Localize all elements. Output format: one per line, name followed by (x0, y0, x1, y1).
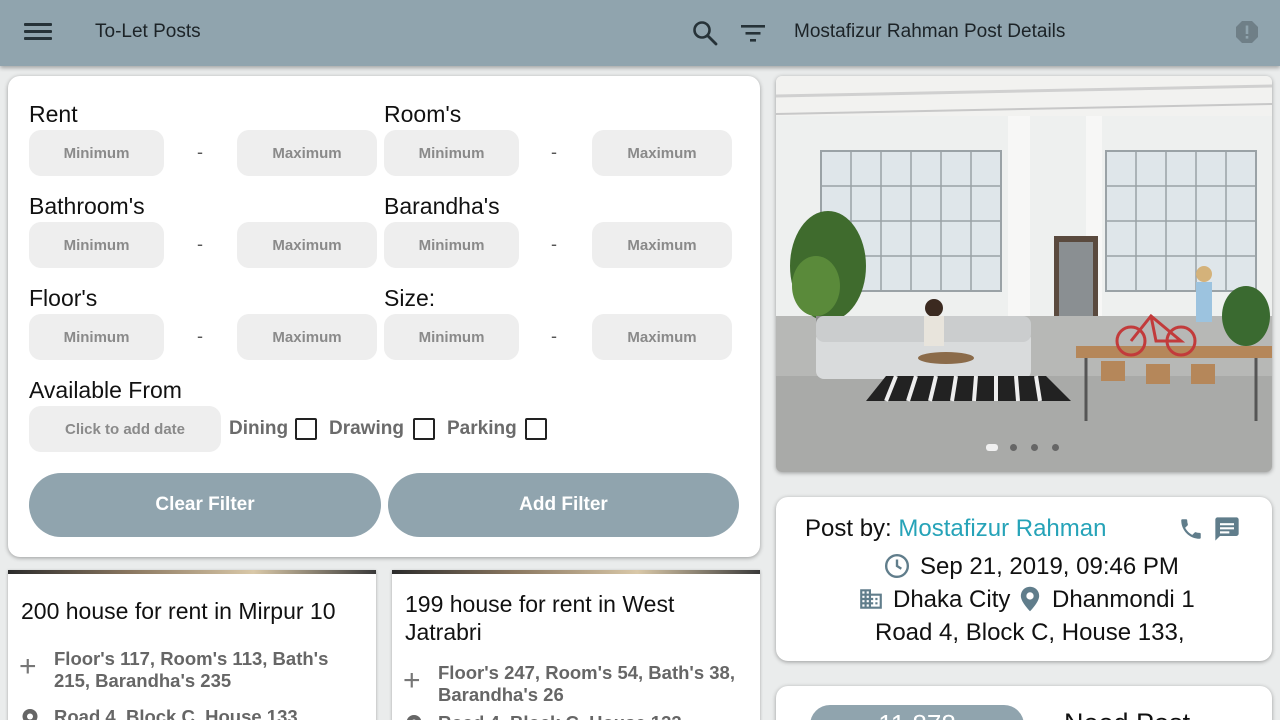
available-date-input[interactable]: Click to add date (29, 406, 221, 452)
range-dash: - (551, 234, 557, 254)
available-from-label: Available From (29, 377, 182, 403)
city-building-icon (860, 589, 882, 609)
parking-checkbox[interactable] (525, 418, 547, 440)
clock-icon (884, 553, 910, 579)
page-title: To-Let Posts (95, 21, 201, 42)
range-dash: - (551, 326, 557, 346)
post-photo-carousel[interactable] (776, 76, 1272, 472)
rent-min-input[interactable]: Minimum (29, 130, 164, 176)
search-icon[interactable] (692, 20, 718, 46)
post-details: Floor's 117, Room's 113, Bath's 215, Bar… (54, 648, 329, 691)
app-bar: To-Let Posts Mostafizur Rahman Post Deta… (0, 0, 1280, 66)
message-icon[interactable] (1213, 515, 1241, 543)
barandhas-label: Barandha's (384, 193, 500, 219)
plus-icon: + (403, 664, 421, 697)
size-min-input[interactable]: Minimum (384, 314, 519, 360)
author-name-link[interactable]: Mostafizur Rahman (898, 515, 1106, 542)
post-city: Dhaka City (893, 586, 1011, 613)
post-by-row: Post by: Mostafizur Rahman (805, 515, 1106, 543)
post-datetime: Sep 21, 2019, 09:46 PM (920, 553, 1179, 580)
post-title: 199 house for rent in West Jatrabri (405, 591, 675, 645)
detail-title: Mostafizur Rahman Post Details (794, 21, 1066, 42)
post-card[interactable]: 199 house for rent in West Jatrabri + Fl… (392, 570, 760, 720)
rent-label: Rent (29, 101, 78, 127)
location-icon (22, 709, 38, 720)
size-max-input[interactable]: Maximum (592, 314, 732, 360)
dining-checkbox[interactable] (295, 418, 317, 440)
bathrooms-min-input[interactable]: Minimum (29, 222, 164, 268)
phone-icon[interactable] (1178, 516, 1204, 542)
menu-icon[interactable] (24, 20, 52, 44)
barandhas-max-input[interactable]: Maximum (592, 222, 732, 268)
bathrooms-label: Bathroom's (29, 193, 145, 219)
post-address: Road 4, Block C, House 133, (438, 712, 748, 720)
rooms-max-input[interactable]: Maximum (592, 130, 732, 176)
add-filter-button[interactable]: Add Filter (388, 473, 739, 537)
drawing-checkbox[interactable] (413, 418, 435, 440)
drawing-label: Drawing (329, 418, 404, 439)
post-card[interactable]: 200 house for rent in Mirpur 10 + Floor'… (8, 570, 376, 720)
report-icon[interactable] (1235, 20, 1259, 44)
price-badge: 11,878 (810, 705, 1024, 720)
post-details: Floor's 247, Room's 54, Bath's 38, Baran… (438, 662, 735, 705)
room-photo-image (776, 76, 1272, 472)
rooms-label: Room's (384, 101, 462, 127)
plus-icon: + (19, 650, 37, 683)
floors-min-input[interactable]: Minimum (29, 314, 164, 360)
post-address: Road 4, Block C, House 133, (54, 706, 303, 720)
post-area: Dhanmondi 1 (1052, 586, 1195, 613)
rooms-min-input[interactable]: Minimum (384, 130, 519, 176)
carousel-dot-active[interactable] (986, 444, 998, 451)
barandhas-min-input[interactable]: Minimum (384, 222, 519, 268)
carousel-dot[interactable] (1052, 444, 1059, 451)
bathrooms-max-input[interactable]: Maximum (237, 222, 377, 268)
carousel-dot[interactable] (1031, 444, 1038, 451)
range-dash: - (197, 142, 203, 162)
floors-max-input[interactable]: Maximum (237, 314, 377, 360)
post-image-edge (392, 570, 760, 574)
range-dash: - (551, 142, 557, 162)
filter-card: Rent Room's Minimum - Maximum Minimum - … (8, 76, 760, 557)
post-detail-card: Post by: Mostafizur Rahman Sep 21, 2019,… (776, 497, 1272, 661)
range-dash: - (197, 326, 203, 346)
range-dash: - (197, 234, 203, 254)
need-post-card[interactable]: 11,878 Need Post (776, 686, 1272, 720)
filter-icon[interactable] (740, 21, 766, 45)
dining-label: Dining (229, 418, 289, 439)
floors-label: Floor's (29, 285, 98, 311)
post-address-line: Road 4, Block C, House 133, (875, 619, 1185, 646)
rent-max-input[interactable]: Maximum (237, 130, 377, 176)
size-label: Size: (384, 285, 436, 311)
need-post-heading: Need Post (1064, 708, 1190, 720)
clear-filter-button[interactable]: Clear Filter (29, 473, 381, 537)
parking-label: Parking (447, 418, 517, 439)
post-image-edge (8, 570, 376, 574)
location-icon (1020, 586, 1040, 612)
location-icon (406, 715, 422, 720)
post-title: 200 house for rent in Mirpur 10 (21, 598, 336, 624)
post-by-label: Post by: (805, 515, 892, 542)
carousel-dot[interactable] (1010, 444, 1017, 451)
